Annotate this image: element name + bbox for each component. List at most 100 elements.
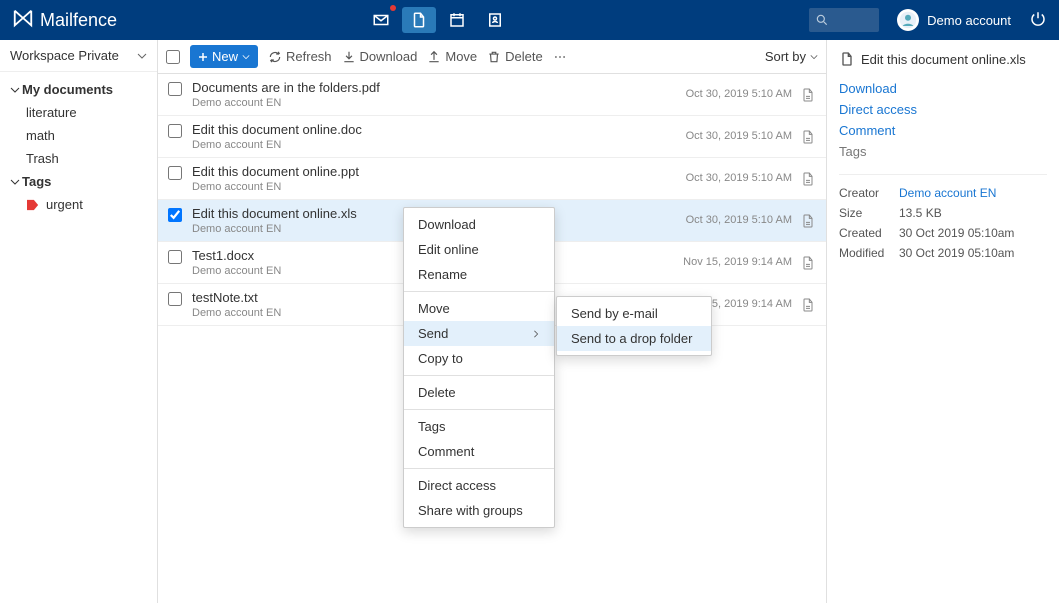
- context-submenu: Send by e-mail Send to a drop folder: [556, 296, 712, 356]
- power-icon[interactable]: [1029, 10, 1047, 31]
- meta-creator[interactable]: Demo account EN: [899, 186, 996, 200]
- file-icon: [839, 50, 855, 68]
- file-owner: Demo account EN: [192, 97, 686, 109]
- ctx-comment[interactable]: Comment: [404, 439, 554, 464]
- ctx-edit-online[interactable]: Edit online: [404, 237, 554, 262]
- move-button[interactable]: Move: [427, 49, 477, 64]
- file-checkbox[interactable]: [168, 208, 182, 222]
- separator: [404, 468, 554, 469]
- details-panel: Edit this document online.xls Download D…: [827, 40, 1059, 603]
- file-type-icon: [800, 296, 816, 317]
- file-checkbox[interactable]: [168, 124, 182, 138]
- workspace-selector[interactable]: Workspace Private: [0, 40, 157, 72]
- separator: [404, 291, 554, 292]
- file-type-icon: [800, 170, 816, 191]
- new-button[interactable]: New: [190, 45, 258, 68]
- ctx-move[interactable]: Move: [404, 296, 554, 321]
- move-icon: [427, 50, 441, 64]
- ctx-share-groups[interactable]: Share with groups: [404, 498, 554, 523]
- file-checkbox[interactable]: [168, 166, 182, 180]
- file-row[interactable]: Edit this document online.ppt Demo accou…: [158, 158, 826, 200]
- separator: [404, 375, 554, 376]
- more-button[interactable]: [553, 50, 567, 64]
- detail-title: Edit this document online.xls: [839, 50, 1047, 68]
- mailfence-logo-icon: [12, 7, 34, 34]
- detail-comment[interactable]: Comment: [839, 120, 1047, 141]
- refresh-icon: [268, 50, 282, 64]
- refresh-button[interactable]: Refresh: [268, 49, 332, 64]
- plus-icon: [198, 52, 208, 62]
- separator: [404, 409, 554, 410]
- ctx-direct-access[interactable]: Direct access: [404, 473, 554, 498]
- account-menu[interactable]: Demo account: [897, 9, 1011, 31]
- nav-documents[interactable]: [402, 7, 436, 33]
- ctx-send-drop-folder[interactable]: Send to a drop folder: [557, 326, 711, 351]
- ctx-download[interactable]: Download: [404, 212, 554, 237]
- header-right: Demo account: [809, 8, 1047, 32]
- file-date: Oct 30, 2019 5:10 AM: [686, 130, 792, 142]
- chevron-down-icon: [242, 53, 250, 61]
- detail-tags[interactable]: Tags: [839, 141, 1047, 162]
- file-date: Nov 15, 2019 9:14 AM: [683, 256, 792, 268]
- file-type-icon: [800, 212, 816, 233]
- file-checkbox[interactable]: [168, 250, 182, 264]
- sort-by[interactable]: Sort by: [765, 49, 818, 64]
- file-name: Edit this document online.ppt: [192, 164, 686, 179]
- ctx-send-email[interactable]: Send by e-mail: [557, 301, 711, 326]
- avatar: [897, 9, 919, 31]
- download-icon: [342, 50, 356, 64]
- ctx-delete[interactable]: Delete: [404, 380, 554, 405]
- download-button[interactable]: Download: [342, 49, 418, 64]
- detail-download[interactable]: Download: [839, 78, 1047, 99]
- file-type-icon: [800, 128, 816, 149]
- meta-modified: 30 Oct 2019 05:10am: [899, 246, 1014, 260]
- app-header: Mailfence Demo account: [0, 0, 1059, 40]
- file-checkbox[interactable]: [168, 82, 182, 96]
- account-name: Demo account: [927, 13, 1011, 28]
- nav-mail[interactable]: [364, 7, 398, 33]
- tree-item-tag-urgent[interactable]: urgent: [0, 193, 157, 216]
- tree-section-tags[interactable]: Tags: [0, 170, 157, 193]
- nav-center: [67, 7, 809, 33]
- file-name: Documents are in the folders.pdf: [192, 80, 686, 95]
- nav-contacts[interactable]: [478, 7, 512, 33]
- file-date: Oct 30, 2019 5:10 AM: [686, 214, 792, 226]
- chevron-right-icon: [532, 326, 540, 341]
- context-menu: Download Edit online Rename Move Send Co…: [403, 207, 555, 528]
- ctx-tags[interactable]: Tags: [404, 414, 554, 439]
- chevron-down-icon: [10, 177, 20, 187]
- file-checkbox[interactable]: [168, 292, 182, 306]
- ctx-send[interactable]: Send: [404, 321, 554, 346]
- chevron-down-icon: [137, 51, 147, 61]
- detail-direct-access[interactable]: Direct access: [839, 99, 1047, 120]
- file-name: Edit this document online.doc: [192, 122, 686, 137]
- sidebar: Workspace Private My documents literatur…: [0, 40, 158, 603]
- tree-item-trash[interactable]: Trash: [0, 147, 157, 170]
- tree-section-my-documents[interactable]: My documents: [0, 78, 157, 101]
- trash-icon: [487, 50, 501, 64]
- tree: My documents literature math Trash Tags …: [0, 72, 157, 222]
- notification-dot: [390, 5, 396, 11]
- tree-item-literature[interactable]: literature: [0, 101, 157, 124]
- file-date: Oct 30, 2019 5:10 AM: [686, 88, 792, 100]
- search-icon: [815, 13, 829, 27]
- file-row[interactable]: Edit this document online.doc Demo accou…: [158, 116, 826, 158]
- file-type-icon: [800, 254, 816, 275]
- nav-calendar[interactable]: [440, 7, 474, 33]
- select-all-checkbox[interactable]: [166, 50, 180, 64]
- meta-created: 30 Oct 2019 05:10am: [899, 226, 1014, 240]
- delete-button[interactable]: Delete: [487, 49, 543, 64]
- file-row[interactable]: Documents are in the folders.pdf Demo ac…: [158, 74, 826, 116]
- tree-item-math[interactable]: math: [0, 124, 157, 147]
- workspace-label: Workspace Private: [10, 48, 119, 63]
- meta-size: 13.5 KB: [899, 206, 942, 220]
- more-icon: [553, 50, 567, 64]
- ctx-rename[interactable]: Rename: [404, 262, 554, 287]
- tag-icon: [26, 199, 40, 211]
- search-input[interactable]: [809, 8, 879, 32]
- file-owner: Demo account EN: [192, 181, 686, 193]
- ctx-copy-to[interactable]: Copy to: [404, 346, 554, 371]
- toolbar: New Refresh Download Move Delete: [158, 40, 826, 74]
- file-owner: Demo account EN: [192, 139, 686, 151]
- chevron-down-icon: [10, 85, 20, 95]
